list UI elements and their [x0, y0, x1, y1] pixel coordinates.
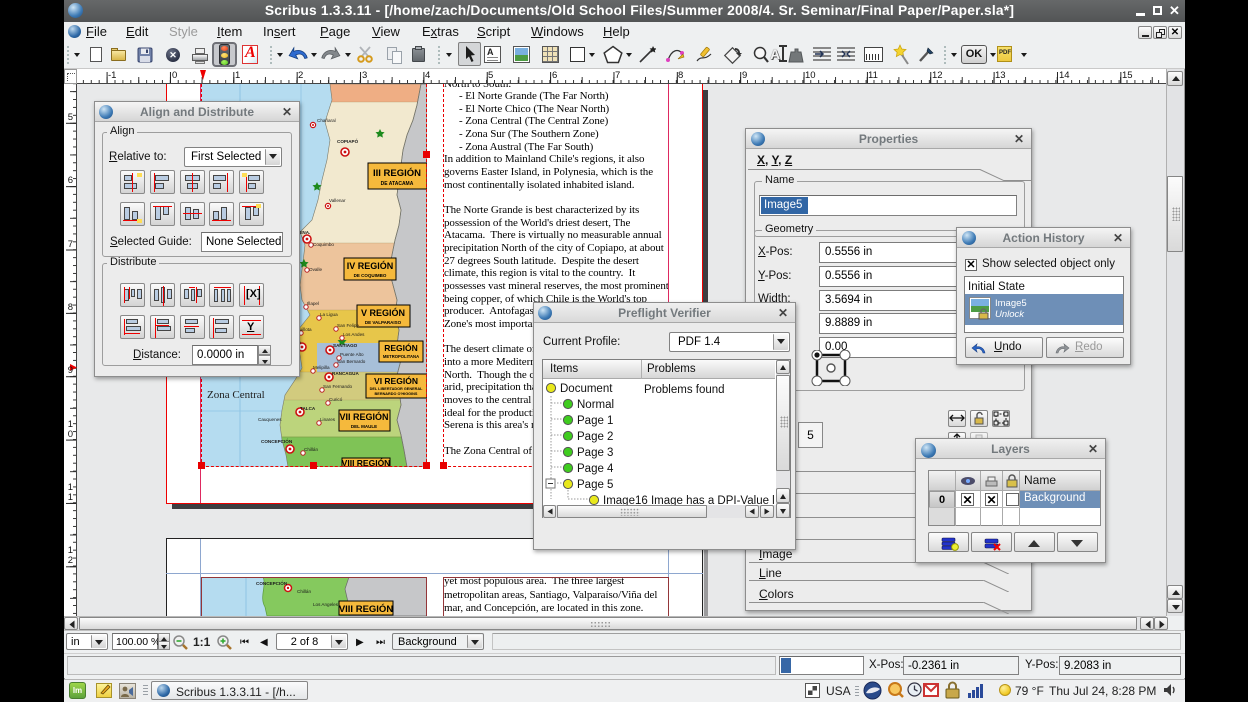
svg-text:Puente Alto: Puente Alto	[340, 352, 364, 357]
svg-text:Vallenar: Vallenar	[329, 198, 346, 203]
svg-text:Document: Document	[560, 383, 613, 395]
svg-text:Cauquenes: Cauquenes	[258, 417, 282, 422]
svg-text:Normal: Normal	[577, 399, 614, 411]
svg-text:Page 4: Page 4	[577, 463, 614, 475]
svg-text:La Ligua: La Ligua	[320, 312, 338, 317]
svg-text:RANCAGUA: RANCAGUA	[332, 371, 359, 376]
svg-text:DEL MAULE: DEL MAULE	[351, 424, 377, 429]
svg-text:REGIÓN: REGIÓN	[384, 342, 418, 353]
svg-text:DE COQUIMBO: DE COQUIMBO	[354, 273, 387, 278]
svg-text:Chañaral: Chañaral	[317, 118, 336, 123]
svg-text:TALCA: TALCA	[300, 406, 316, 411]
svg-text:Zona Central: Zona Central	[207, 389, 265, 401]
svg-text:Page 1: Page 1	[577, 415, 613, 427]
svg-text:Page 3: Page 3	[577, 447, 613, 459]
svg-text:III REGIÓN: III REGIÓN	[373, 167, 421, 179]
svg-text:San Bernardo: San Bernardo	[337, 359, 366, 364]
svg-text:IV REGIÓN: IV REGIÓN	[347, 260, 394, 271]
svg-text:V REGIÓN: V REGIÓN	[361, 307, 405, 318]
svg-text:Chillán: Chillán	[304, 447, 318, 452]
svg-text:DE VALPARAISO: DE VALPARAISO	[365, 320, 402, 325]
svg-text:Page 2: Page 2	[577, 431, 613, 443]
svg-text:CONCEPCIÓN: CONCEPCIÓN	[261, 437, 293, 444]
svg-text:SANTIAGO: SANTIAGO	[333, 343, 358, 348]
svg-text:San Fernando: San Fernando	[323, 384, 353, 389]
svg-text:COPIAPÓ: COPIAPÓ	[337, 137, 359, 144]
svg-text:Melipilla: Melipilla	[313, 365, 330, 370]
svg-text:Ovalle: Ovalle	[309, 267, 322, 272]
svg-text:DEL LIBERTADOR GENERAL: DEL LIBERTADOR GENERAL	[370, 387, 423, 391]
svg-text:VI REGIÓN: VI REGIÓN	[374, 375, 418, 386]
svg-text:Los Andes: Los Andes	[343, 332, 365, 337]
svg-text:Curicó: Curicó	[329, 397, 343, 402]
svg-text:Coquimbo: Coquimbo	[313, 242, 334, 247]
svg-text:Illapel: Illapel	[307, 301, 319, 306]
svg-text:BERNARDO O'HIGGINS: BERNARDO O'HIGGINS	[375, 392, 418, 396]
svg-text:Page 5: Page 5	[577, 479, 613, 491]
svg-text:Linares: Linares	[320, 417, 336, 422]
svg-text:San Felipe: San Felipe	[337, 323, 359, 328]
svg-text:DE ATACAMA: DE ATACAMA	[381, 181, 414, 187]
svg-text:VII REGIÓN: VII REGIÓN	[339, 411, 388, 422]
svg-text:METROPOLITANA: METROPOLITANA	[383, 354, 419, 359]
